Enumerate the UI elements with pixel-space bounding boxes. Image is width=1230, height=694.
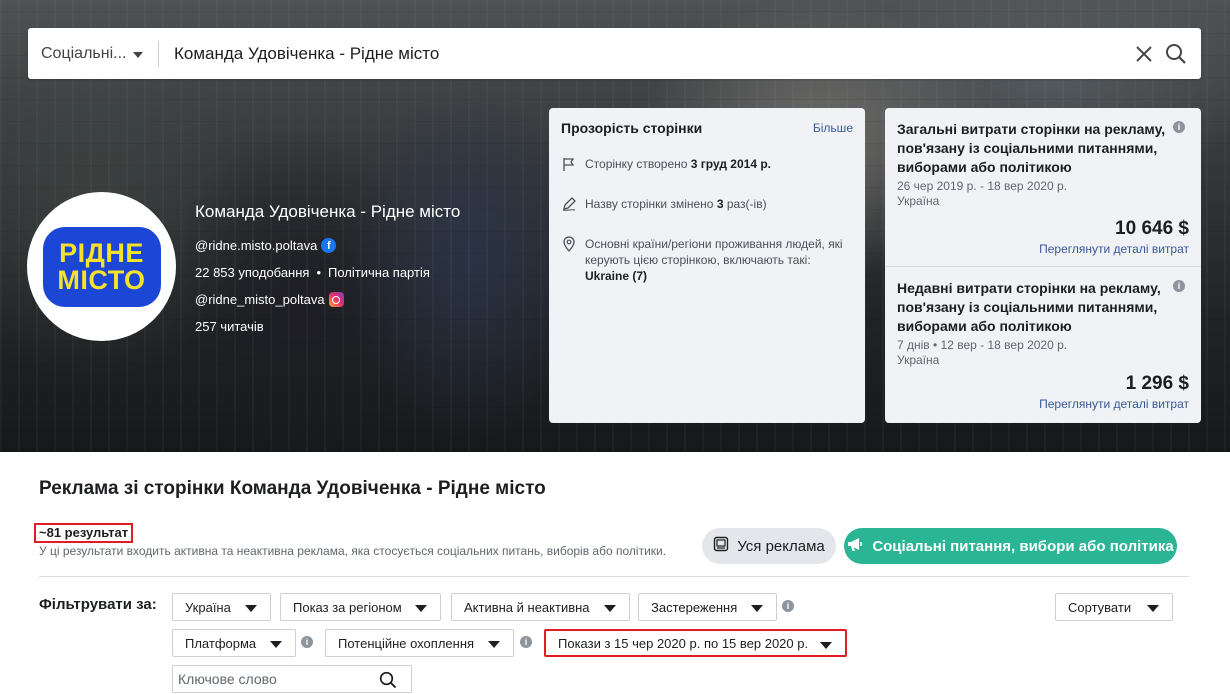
total-spend-amount: 10 646 $ — [1115, 218, 1189, 239]
platform-filter-label: Платформа — [185, 635, 257, 651]
caret-down-icon — [245, 605, 257, 612]
disclaimer-filter-label: Застереження — [651, 599, 738, 615]
ads-section-title: Реклама зі сторінки Команда Удовіченка -… — [39, 478, 546, 499]
caret-down-icon — [820, 642, 832, 649]
transparency-title: Прозорість сторінки — [561, 120, 703, 136]
page-name[interactable]: Команда Удовіченка - Рідне місто — [195, 202, 460, 222]
renamed-suffix: раз(-ів) — [726, 197, 767, 211]
reach-filter[interactable]: Потенційне охоплення — [325, 629, 514, 657]
flag-icon — [561, 156, 577, 176]
facebook-handle[interactable]: @ridne.misto.poltava — [195, 238, 317, 253]
ad-spend-card: Загальні витрати сторінки на рекламу, по… — [885, 108, 1201, 423]
sort-label: Сортувати — [1068, 599, 1132, 615]
region-filter-label: Показ за регіоном — [293, 599, 402, 615]
recent-spend-period: 7 днів • 12 вер - 18 вер 2020 р. — [897, 338, 1068, 352]
caret-down-icon — [415, 605, 427, 612]
logo-line: МІСТО — [57, 264, 146, 295]
search-category-dropdown[interactable]: Соціальні... — [28, 28, 158, 79]
filter-label: Фільтрувати за: — [39, 596, 157, 613]
page-renamed-row: Назву сторінки змінено 3 раз(-ів) — [561, 196, 853, 216]
divider — [39, 576, 1189, 577]
countries-value: Ukraine (7) — [585, 269, 648, 283]
total-spend-details-link[interactable]: Переглянути деталі витрат — [1039, 242, 1189, 256]
social-issues-button[interactable]: Соціальні питання, вибори або політика — [844, 528, 1177, 564]
all-ads-button[interactable]: Уся реклама — [702, 528, 836, 564]
recent-spend-country: Україна — [897, 353, 940, 367]
info-icon[interactable]: i — [782, 600, 794, 612]
results-note: У ці результати входить активна та неакт… — [39, 544, 667, 558]
page-info: Команда Удовіченка - Рідне місто @ridne.… — [195, 202, 460, 340]
caret-down-icon — [488, 641, 500, 648]
logo-line: РІДНЕ — [59, 237, 144, 268]
total-spend-period: 26 чер 2019 р. - 18 вер 2020 р. — [897, 179, 1067, 193]
renamed-prefix: Назву сторінки змінено — [585, 197, 714, 211]
status-filter[interactable]: Активна й неактивна — [451, 593, 630, 621]
region-filter[interactable]: Показ за регіоном — [280, 593, 441, 621]
search-icon[interactable] — [1165, 43, 1187, 65]
status-filter-label: Активна й неактивна — [464, 599, 590, 615]
info-icon[interactable]: i — [1173, 280, 1185, 292]
page-avatar[interactable]: РІДНЕ МІСТО — [27, 192, 176, 341]
keyword-input[interactable]: Ключове слово — [172, 665, 412, 693]
total-spend-title: Загальні витрати сторінки на рекламу, по… — [897, 121, 1166, 175]
search-bar: Соціальні... Команда Удовіченка - Рідне … — [28, 28, 1201, 79]
reach-filter-label: Потенційне охоплення — [338, 635, 475, 651]
caret-down-icon — [604, 605, 616, 612]
country-filter-label: Україна — [185, 599, 231, 615]
total-spend-country: Україна — [897, 194, 940, 208]
results-count: ~81 результат — [34, 523, 134, 543]
info-icon[interactable]: i — [301, 636, 313, 648]
info-icon[interactable]: i — [1173, 121, 1185, 133]
caret-down-icon — [1147, 605, 1159, 612]
all-ads-label: Уся реклама — [737, 537, 825, 555]
social-issues-label: Соціальні питання, вибори або політика — [872, 537, 1174, 555]
search-input[interactable]: Команда Удовіченка - Рідне місто — [159, 44, 1135, 64]
renamed-count: 3 — [716, 197, 724, 211]
date-range-label: Покази з 15 чер 2020 р. по 15 вер 2020 р… — [558, 635, 809, 651]
instagram-icon — [328, 292, 344, 307]
caret-down-icon — [133, 52, 143, 58]
recent-spend-amount: 1 296 $ — [1125, 373, 1189, 394]
transparency-more-link[interactable]: Більше — [813, 121, 853, 135]
page-category: Політична партія — [328, 265, 430, 280]
platform-filter[interactable]: Платформа — [172, 629, 296, 657]
recent-spend-section: Недавні витрати сторінки на рекламу, пов… — [885, 266, 1201, 424]
country-filter[interactable]: Україна — [172, 593, 271, 621]
page-logo: РІДНЕ МІСТО — [42, 226, 161, 307]
megaphone-icon — [847, 536, 864, 556]
page-transparency-card: Прозорість сторінки Більше Сторінку ство… — [549, 108, 865, 423]
ads-library-icon — [713, 536, 729, 556]
info-icon[interactable]: i — [520, 636, 532, 648]
keyword-placeholder: Ключове слово — [178, 671, 277, 687]
disclaimer-filter[interactable]: Застереження — [638, 593, 777, 621]
page-likes: 22 853 уподобання — [195, 265, 310, 280]
countries-text: Основні країни/регіони проживання людей,… — [585, 237, 843, 267]
facebook-icon: f — [321, 238, 337, 253]
caret-down-icon — [270, 641, 282, 648]
created-date: 3 груд 2014 р. — [690, 157, 771, 171]
page-countries-row: Основні країни/регіони проживання людей,… — [561, 236, 853, 284]
page-followers: 257 читачів — [195, 319, 264, 334]
instagram-handle[interactable]: @ridne_misto_poltava — [195, 292, 325, 307]
sort-dropdown[interactable]: Сортувати — [1055, 593, 1173, 621]
total-spend-section: Загальні витрати сторінки на рекламу, по… — [885, 108, 1201, 266]
separator-dot: • — [316, 265, 322, 280]
recent-spend-title: Недавні витрати сторінки на рекламу, пов… — [897, 280, 1161, 334]
caret-down-icon — [751, 605, 763, 612]
pencil-icon — [561, 196, 577, 216]
created-prefix: Сторінку створено — [585, 157, 688, 171]
date-range-filter[interactable]: Покази з 15 чер 2020 р. по 15 вер 2020 р… — [544, 629, 847, 657]
search-category-label: Соціальні... — [41, 44, 127, 62]
page-created-row: Сторінку створено 3 груд 2014 р. — [561, 156, 853, 176]
recent-spend-details-link[interactable]: Переглянути деталі витрат — [1039, 397, 1189, 411]
location-pin-icon — [561, 236, 577, 284]
clear-icon[interactable] — [1135, 45, 1153, 63]
